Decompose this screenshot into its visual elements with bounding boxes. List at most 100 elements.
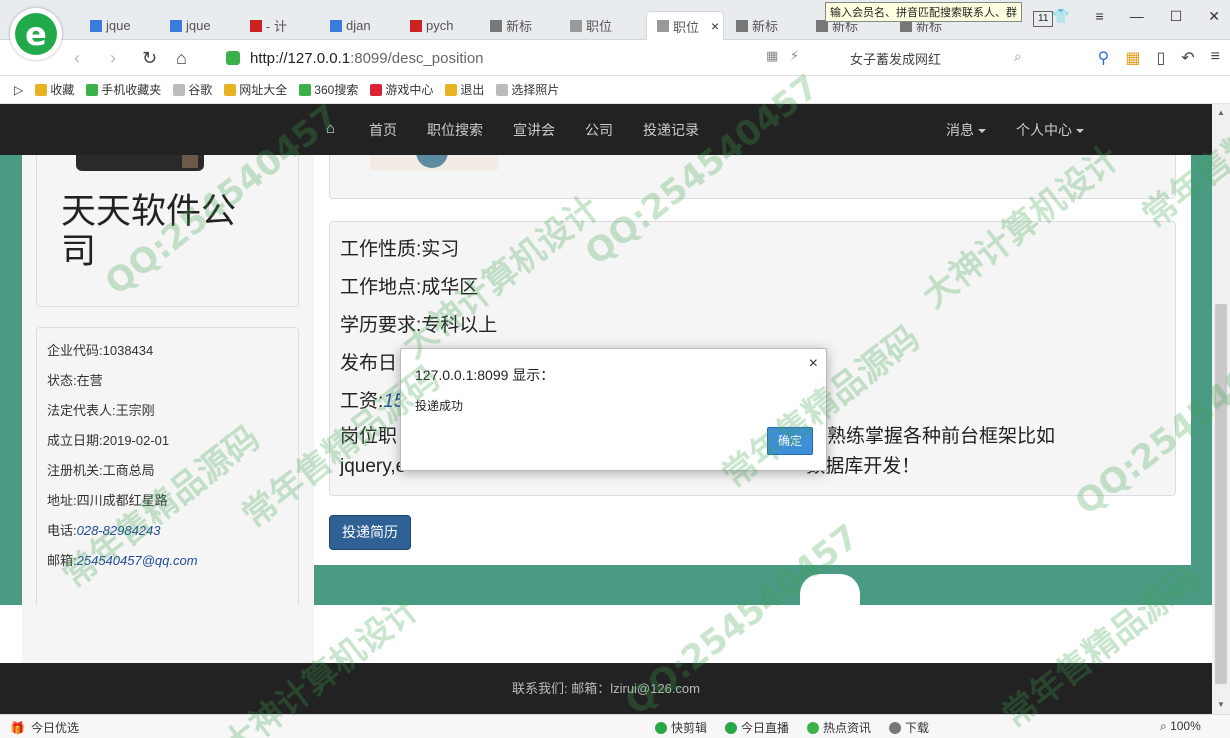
nav-links: 首页 职位搜索 宣讲会 公司 投递记录 bbox=[369, 104, 699, 155]
browser-tab-bar: e jque jque - 计 djan pych 新标 职位 职位 × 新标 新标 新标 输入会员名… bbox=[0, 0, 1230, 60]
status-item[interactable]: 快剪辑 bbox=[655, 719, 707, 736]
company-info-row: 状态:在营 bbox=[47, 370, 103, 389]
favorite-label: 退出 bbox=[460, 83, 485, 97]
tab-label: 职位 bbox=[586, 19, 613, 34]
search-text: 女子蓄发成网红 bbox=[850, 51, 942, 67]
favorite-icon bbox=[299, 83, 312, 96]
caret-down-icon bbox=[1076, 128, 1084, 133]
status-item-icon bbox=[725, 721, 738, 734]
nav-right: 消息 个人中心 bbox=[946, 104, 1084, 155]
favorite-item[interactable]: 网址大全 bbox=[224, 81, 287, 98]
favorite-item[interactable]: 选择照片 bbox=[496, 81, 559, 98]
messages-dropdown[interactable]: 消息 bbox=[946, 120, 986, 140]
status-left[interactable]: 🎁 今日优选 bbox=[10, 719, 79, 736]
url-host: http://127.0.0.1 bbox=[250, 49, 351, 67]
status-item[interactable]: 下载 bbox=[889, 719, 929, 736]
status-right: 快剪辑 今日直播 热点资讯 下载 bbox=[655, 719, 929, 736]
favorite-item[interactable]: 游戏中心 bbox=[370, 81, 433, 98]
browser-tab[interactable]: jque bbox=[160, 11, 234, 40]
browser-tab[interactable]: pych bbox=[400, 11, 474, 40]
undo-icon[interactable]: ↶ bbox=[1181, 48, 1194, 68]
tab-count-badge[interactable]: 11 bbox=[1033, 11, 1054, 27]
browser-tab[interactable]: djan bbox=[320, 11, 394, 40]
page-scrollbar[interactable]: ▲ ▼ bbox=[1212, 104, 1230, 714]
company-info-row: 邮箱:254540457@qq.com bbox=[47, 550, 198, 569]
scroll-down-arrow-icon[interactable]: ▼ bbox=[1217, 700, 1225, 709]
forward-icon[interactable]: › bbox=[110, 48, 116, 69]
profile-dropdown[interactable]: 个人中心 bbox=[1016, 120, 1084, 140]
dialog-close-icon[interactable]: × bbox=[809, 355, 818, 373]
favorite-item[interactable]: 收藏 bbox=[35, 81, 74, 98]
dialog-message: 投递成功 bbox=[415, 399, 464, 413]
company-info-row: 注册机关:工商总局 bbox=[47, 460, 155, 479]
home-icon[interactable]: ⌂ bbox=[326, 120, 335, 137]
favorite-label: 谷歌 bbox=[188, 83, 213, 97]
lightning-icon[interactable]: ⚡ bbox=[790, 48, 799, 64]
nav-link[interactable]: 宣讲会 bbox=[513, 120, 555, 140]
menu-icon[interactable]: ≡ bbox=[1096, 8, 1104, 25]
more-icon[interactable]: ≡ bbox=[1211, 48, 1220, 68]
tab-label: 新标 bbox=[506, 19, 533, 34]
job-education: 学历要求:专科以上 bbox=[340, 315, 498, 336]
search-input[interactable]: 女子蓄发成网红 bbox=[840, 46, 1040, 70]
info-label: 状态: bbox=[47, 373, 77, 388]
desc-part2: jquery,e bbox=[340, 456, 407, 477]
minimize-icon[interactable]: — bbox=[1130, 8, 1144, 25]
apply-resume-button[interactable]: 投递简历 bbox=[329, 515, 411, 550]
home-icon[interactable]: ⌂ bbox=[176, 48, 187, 69]
scroll-up-arrow-icon[interactable]: ▲ bbox=[1217, 108, 1225, 117]
skin-icon[interactable]: 👕 bbox=[1052, 8, 1069, 25]
zoom-level[interactable]: ⌕ 100% bbox=[1160, 719, 1201, 734]
close-icon[interactable]: ✕ bbox=[1208, 8, 1220, 25]
tab-close-icon[interactable]: × bbox=[711, 18, 719, 34]
sidebar-lower bbox=[22, 605, 314, 663]
browser-tab[interactable]: 新标 bbox=[726, 11, 800, 40]
browser-tab[interactable]: 新标 bbox=[480, 11, 554, 40]
nav-link[interactable]: 投递记录 bbox=[643, 120, 699, 140]
favorite-item[interactable]: 谷歌 bbox=[173, 81, 212, 98]
nav-link[interactable]: 首页 bbox=[369, 120, 397, 140]
info-value: 2019-02-01 bbox=[102, 433, 170, 448]
browser-logo-icon[interactable]: e bbox=[10, 8, 62, 60]
browser-status-bar: 🎁 今日优选 快剪辑 今日直播 热点资讯 下载 ⌕ 100% bbox=[0, 714, 1230, 738]
info-value[interactable]: 028-82984243 bbox=[77, 523, 161, 538]
site-navbar: ⌂ 首页 职位搜索 宣讲会 公司 投递记录 消息 个人中心 bbox=[0, 104, 1212, 155]
nav-link[interactable]: 公司 bbox=[585, 120, 613, 140]
favorite-icon bbox=[35, 83, 48, 96]
favorite-label: 360搜索 bbox=[314, 83, 359, 97]
browser-tab[interactable]: jque bbox=[80, 11, 154, 40]
tab-label: pych bbox=[426, 18, 454, 33]
apps-icon[interactable]: ▦ bbox=[1125, 48, 1140, 68]
url-input[interactable]: http://127.0.0.1:8099/desc_position bbox=[226, 45, 806, 71]
status-item[interactable]: 今日直播 bbox=[725, 719, 789, 736]
phone-icon[interactable]: ▯ bbox=[1156, 48, 1165, 68]
info-value: 工商总局 bbox=[102, 463, 155, 478]
tab-label: jque bbox=[186, 18, 211, 33]
favorite-item[interactable]: 退出 bbox=[445, 81, 484, 98]
tab-favicon-icon bbox=[90, 19, 102, 32]
tab-label: 新标 bbox=[752, 19, 779, 34]
search-small-icon[interactable]: ⌕ bbox=[1014, 48, 1022, 65]
grid-icon[interactable]: ▦ bbox=[766, 48, 778, 64]
dialog-ok-button[interactable]: 确定 bbox=[767, 427, 813, 455]
browser-tab[interactable]: - 计 bbox=[240, 11, 314, 40]
company-info-row: 企业代码:1038434 bbox=[47, 340, 153, 359]
nav-link[interactable]: 职位搜索 bbox=[427, 120, 483, 140]
browser-tab[interactable]: 职位 bbox=[560, 11, 634, 40]
back-icon[interactable]: ‹ bbox=[74, 48, 80, 69]
browser-tab[interactable]: 职位 × bbox=[646, 11, 724, 40]
desc-part1: 岗位职 bbox=[340, 426, 398, 447]
favorite-item[interactable]: 360搜索 bbox=[299, 81, 358, 98]
info-value: 1038434 bbox=[102, 343, 154, 358]
tooltip: 输入会员名、拼音匹配搜索联系人、群 bbox=[825, 2, 1022, 22]
sidebar-toggle-icon[interactable]: ▷ bbox=[14, 83, 23, 97]
favorite-item[interactable]: 手机收藏夹 bbox=[86, 81, 161, 98]
zoom-icon: ⌕ bbox=[1160, 719, 1167, 733]
scroll-thumb[interactable] bbox=[1215, 304, 1227, 684]
info-value[interactable]: 254540457@qq.com bbox=[77, 553, 198, 568]
favorite-icon bbox=[224, 83, 237, 96]
reload-icon[interactable]: ↻ bbox=[142, 48, 157, 69]
status-item[interactable]: 热点资讯 bbox=[807, 719, 871, 736]
maximize-icon[interactable]: ☐ bbox=[1170, 8, 1183, 25]
search-icon[interactable]: ⚲ bbox=[1098, 48, 1110, 68]
